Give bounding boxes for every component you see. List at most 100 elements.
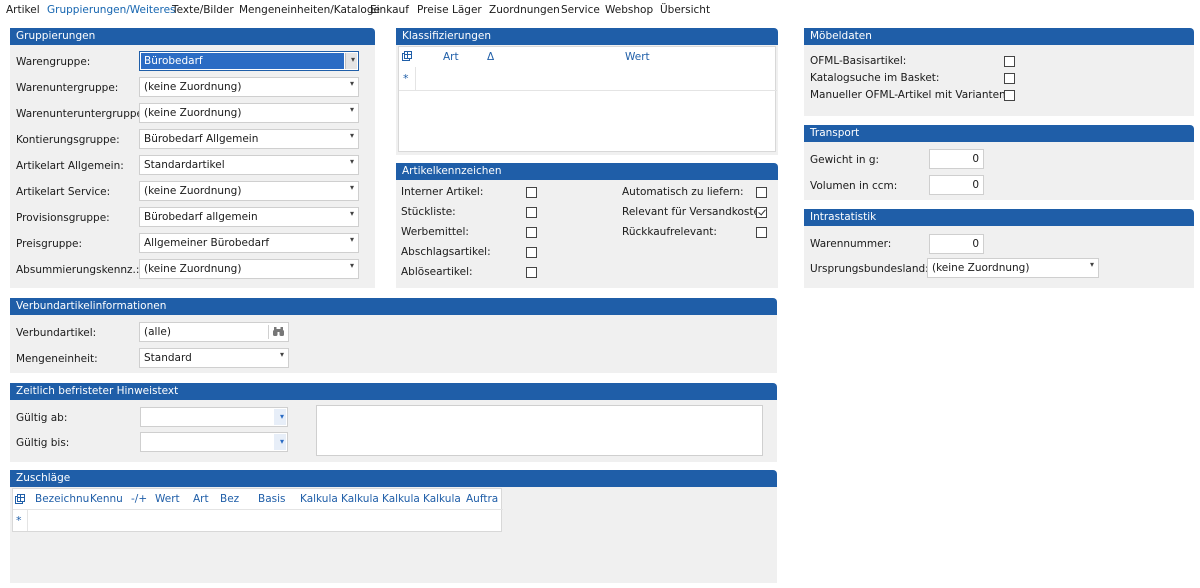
- volumen-value: 0: [972, 179, 979, 191]
- hinweistext-textarea[interactable]: [316, 405, 763, 456]
- menu-webshop[interactable]: Webshop: [605, 4, 653, 16]
- abloeseartikel-checkbox[interactable]: [526, 267, 537, 278]
- automatisch-liefern-label: Automatisch zu liefern:: [622, 186, 744, 198]
- menu-mengeneinheiten[interactable]: Mengeneinheiten/Kataloge: [239, 4, 380, 16]
- chevron-down-icon: ▾: [1089, 260, 1094, 269]
- warennummer-input[interactable]: 0: [929, 234, 984, 254]
- zuschlaege-title: Zuschläge: [10, 470, 777, 487]
- kontierungsgruppe-value: Bürobedarf Allgemein: [144, 133, 259, 145]
- artikelart-allgemein-label: Artikelart Allgemein:: [16, 160, 124, 172]
- gueltig-bis-date[interactable]: ▾: [140, 432, 288, 452]
- absummierungskennz-combo[interactable]: (keine Zuordnung) ▾: [139, 259, 359, 279]
- new-row-marker[interactable]: *: [403, 72, 409, 85]
- manueller-ofml-checkbox[interactable]: [1004, 90, 1015, 101]
- menu-bar: Artikel Gruppierungen/Weiteres Texte/Bil…: [0, 0, 1200, 20]
- intrastatistik-title: Intrastatistik: [804, 209, 1194, 226]
- chevron-down-icon: ▾: [349, 157, 354, 166]
- stueckliste-checkbox[interactable]: [526, 207, 537, 218]
- new-row-marker[interactable]: *: [16, 514, 22, 527]
- column-bez[interactable]: Bez: [220, 493, 239, 505]
- ofml-basisartikel-checkbox[interactable]: [1004, 56, 1015, 67]
- menu-preise[interactable]: Preise: [417, 4, 449, 16]
- column-art[interactable]: Art: [193, 493, 209, 505]
- rueckkaufrelevant-checkbox[interactable]: [756, 227, 767, 238]
- column-kalkula-2[interactable]: Kalkula: [341, 493, 379, 505]
- column-auftrag[interactable]: Auftra: [466, 493, 498, 505]
- column-wert[interactable]: Wert: [155, 493, 180, 505]
- column-kalkula-4[interactable]: Kalkula: [423, 493, 461, 505]
- preisgruppe-value: Allgemeiner Bürobedarf: [144, 237, 270, 249]
- chevron-down-icon: ▾: [279, 412, 284, 421]
- chevron-down-icon: ▾: [350, 55, 355, 64]
- menu-texte-bilder[interactable]: Texte/Bilder: [172, 4, 234, 16]
- column-basis[interactable]: Basis: [258, 493, 286, 505]
- menu-zuordnungen[interactable]: Zuordnungen: [489, 4, 560, 16]
- manueller-ofml-label: Manueller OFML-Artikel mit Varianten:: [810, 89, 1010, 101]
- interner-artikel-checkbox[interactable]: [526, 187, 537, 198]
- grid-settings-icon[interactable]: [15, 494, 25, 504]
- menu-laeger[interactable]: Läger: [452, 4, 482, 16]
- warenuntergruppe-combo[interactable]: (keine Zuordnung) ▾: [139, 77, 359, 97]
- column-kalkula-3[interactable]: Kalkula: [382, 493, 420, 505]
- verbundartikel-input[interactable]: (alle): [139, 322, 289, 342]
- preisgruppe-combo[interactable]: Allgemeiner Bürobedarf ▾: [139, 233, 359, 253]
- moebeldaten-title: Möbeldaten: [804, 28, 1194, 45]
- kontierungsgruppe-label: Kontierungsgruppe:: [16, 134, 120, 146]
- gewicht-input[interactable]: 0: [929, 149, 984, 169]
- klassifizierungen-grid[interactable]: Art Δ Wert *: [398, 46, 777, 152]
- artikelart-allgemein-combo[interactable]: Standardartikel ▾: [139, 155, 359, 175]
- provisionsgruppe-combo[interactable]: Bürobedarf allgemein ▾: [139, 207, 359, 227]
- mengeneinheit-combo[interactable]: Standard ▾: [139, 348, 289, 368]
- transport-title: Transport: [804, 125, 1194, 142]
- automatisch-liefern-checkbox[interactable]: [756, 187, 767, 198]
- grid-settings-icon[interactable]: [402, 51, 412, 61]
- gruppierungen-panel: Gruppierungen Warengruppe: Bürobedarf ▾ …: [10, 28, 375, 288]
- kontierungsgruppe-combo[interactable]: Bürobedarf Allgemein ▾: [139, 129, 359, 149]
- katalogsuche-checkbox[interactable]: [1004, 73, 1015, 84]
- interner-artikel-label: Interner Artikel:: [401, 186, 484, 198]
- gewicht-value: 0: [972, 153, 979, 165]
- zuschlaege-grid[interactable]: Bezeichnu Kennu -/+ Wert Art Bez Basis K…: [12, 488, 503, 532]
- column-art[interactable]: Art: [443, 51, 459, 63]
- menu-einkauf[interactable]: Einkauf: [370, 4, 409, 16]
- column-bezeichnung[interactable]: Bezeichnu: [35, 493, 89, 505]
- gueltig-ab-date[interactable]: ▾: [140, 407, 288, 427]
- warengruppe-combo[interactable]: Bürobedarf ▾: [139, 51, 359, 71]
- artikelart-service-combo[interactable]: (keine Zuordnung) ▾: [139, 181, 359, 201]
- volumen-label: Volumen in ccm:: [810, 180, 898, 192]
- chevron-down-icon: ▾: [349, 235, 354, 244]
- sort-icon[interactable]: Δ: [487, 51, 494, 63]
- column-kennung[interactable]: Kennu: [90, 493, 123, 505]
- warennummer-label: Warennummer:: [810, 238, 892, 250]
- abschlagsartikel-checkbox[interactable]: [526, 247, 537, 258]
- artikelkennzeichen-panel: Artikelkennzeichen Interner Artikel: Stü…: [396, 163, 778, 288]
- menu-artikel[interactable]: Artikel: [6, 4, 40, 16]
- intrastatistik-body: [804, 226, 1194, 288]
- katalogsuche-label: Katalogsuche im Basket:: [810, 72, 940, 84]
- stueckliste-label: Stückliste:: [401, 206, 456, 218]
- werbemittel-checkbox[interactable]: [526, 227, 537, 238]
- gewicht-label: Gewicht in g:: [810, 154, 880, 166]
- verbund-title: Verbundartikelinformationen: [10, 298, 777, 315]
- warengruppe-label: Warengruppe:: [16, 56, 91, 68]
- column-kalkula-1[interactable]: Kalkula: [300, 493, 338, 505]
- ursprungsbundesland-combo[interactable]: (keine Zuordnung) ▾: [927, 258, 1099, 278]
- menu-uebersicht[interactable]: Übersicht: [660, 4, 710, 16]
- volumen-input[interactable]: 0: [929, 175, 984, 195]
- ursprungsbundesland-value: (keine Zuordnung): [932, 262, 1030, 274]
- column-wert[interactable]: Wert: [625, 51, 650, 63]
- warenunteruntergruppe-combo[interactable]: (keine Zuordnung) ▾: [139, 103, 359, 123]
- verbund-body: [10, 315, 777, 373]
- provisionsgruppe-value: Bürobedarf allgemein: [144, 211, 258, 223]
- warengruppe-value: Bürobedarf: [144, 55, 203, 67]
- gueltig-bis-label: Gültig bis:: [16, 437, 70, 449]
- menu-gruppierungen[interactable]: Gruppierungen/Weiteres: [47, 4, 176, 16]
- binoculars-icon[interactable]: [272, 326, 285, 337]
- artikelart-service-value: (keine Zuordnung): [144, 185, 242, 197]
- versandkosten-checkbox[interactable]: [756, 207, 767, 218]
- column-vorzeichen[interactable]: -/+: [131, 493, 147, 505]
- gruppierungen-title: Gruppierungen: [10, 28, 375, 45]
- artikelart-allgemein-value: Standardartikel: [144, 159, 225, 171]
- menu-service[interactable]: Service: [561, 4, 600, 16]
- warennummer-value: 0: [972, 238, 979, 250]
